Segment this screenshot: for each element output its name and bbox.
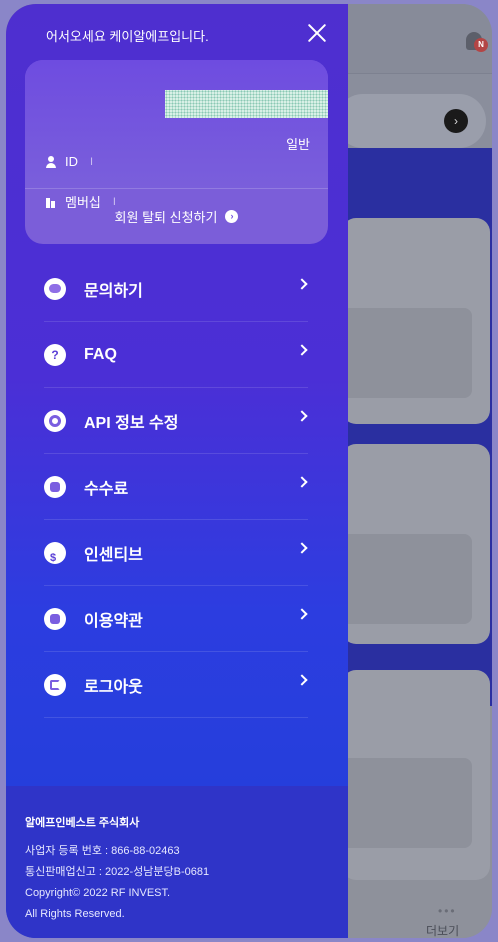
more-dots-icon: ••• xyxy=(438,904,457,918)
id-value-redacted xyxy=(165,90,328,118)
membership-value: 일반 xyxy=(286,137,310,152)
menu-item-label: API 정보 수정 xyxy=(84,414,179,432)
menu-item-label: 이용약관 xyxy=(84,612,143,630)
fee-icon xyxy=(44,475,66,498)
menu-item-api-settings[interactable]: API 정보 수정 xyxy=(44,388,308,454)
background-search-bar: › xyxy=(336,94,486,148)
close-icon[interactable] xyxy=(306,22,328,44)
incentive-icon: $ xyxy=(44,541,66,564)
menu-item-faq[interactable]: ? FAQ xyxy=(44,322,308,388)
question-icon: ? xyxy=(44,343,66,366)
greeting-text: 어서오세요 케이알에프입니다. xyxy=(46,29,209,44)
gear-icon xyxy=(44,409,66,432)
menu-item-fees[interactable]: 수수료 xyxy=(44,454,308,520)
menu-item-label: FAQ xyxy=(84,345,117,363)
background-card xyxy=(342,670,490,880)
menu-item-label: 인센티브 xyxy=(84,546,143,564)
business-number: 사업자 등록 번호 : 866-88-02463 xyxy=(25,845,180,857)
arrow-right-icon: › xyxy=(225,210,239,223)
background-card xyxy=(342,218,490,424)
menu-item-inquiry[interactable]: 문의하기 xyxy=(44,256,308,322)
withdraw-label: 회원 탈퇴 신청하기 xyxy=(114,210,218,225)
withdraw-button[interactable]: 회원 탈퇴 신청하기 › xyxy=(25,188,328,244)
drawer-menu: 문의하기 ? FAQ API 정보 수정 수수료 $ 인센티브 이용약관 로그아… xyxy=(44,256,308,718)
background-card xyxy=(342,444,490,644)
chevron-right-icon xyxy=(296,344,308,356)
logout-icon xyxy=(44,673,66,696)
chat-icon xyxy=(44,277,66,300)
account-card: ID I 멤버십 I 일반 회원 탈퇴 신청하기 › xyxy=(25,60,328,244)
chevron-right-icon xyxy=(296,542,308,554)
menu-item-logout[interactable]: 로그아웃 xyxy=(44,652,308,718)
chevron-right-icon xyxy=(296,476,308,488)
chevron-right-icon xyxy=(296,674,308,686)
phone-frame: N › ••• 더보기 어서오세요 케이알에프입니다. ID I 멤버십 I 일… xyxy=(6,4,492,938)
telecom-sales-number: 통신판매업신고 : 2022-성남분당B-0681 xyxy=(25,866,210,878)
notification-bell-icon: N xyxy=(466,32,488,52)
menu-item-label: 수수료 xyxy=(84,480,129,498)
menu-item-label: 로그아웃 xyxy=(84,678,143,696)
rights-text: All Rights Reserved. xyxy=(25,908,125,920)
chevron-right-icon xyxy=(296,608,308,620)
notification-badge: N xyxy=(474,38,488,52)
chevron-right-icon xyxy=(296,410,308,422)
terms-icon xyxy=(44,607,66,630)
drawer-footer: 알에프인베스트 주식회사 사업자 등록 번호 : 866-88-02463 통신… xyxy=(6,786,348,938)
chevron-right-icon: › xyxy=(444,109,468,133)
id-separator: I xyxy=(90,155,94,168)
id-label: ID xyxy=(65,154,78,169)
copyright-text: Copyright© 2022 RF INVEST. xyxy=(25,887,171,899)
chevron-right-icon xyxy=(296,278,308,290)
id-row: ID I xyxy=(45,154,93,169)
menu-item-label: 문의하기 xyxy=(84,282,143,300)
company-name: 알에프인베스트 주식회사 xyxy=(25,817,140,829)
menu-item-incentive[interactable]: $ 인센티브 xyxy=(44,520,308,586)
side-drawer: 어서오세요 케이알에프입니다. ID I 멤버십 I 일반 회원 탈퇴 신청하기… xyxy=(6,4,348,938)
person-icon xyxy=(45,155,57,168)
menu-item-terms[interactable]: 이용약관 xyxy=(44,586,308,652)
more-tab-label: 더보기 xyxy=(426,924,460,938)
